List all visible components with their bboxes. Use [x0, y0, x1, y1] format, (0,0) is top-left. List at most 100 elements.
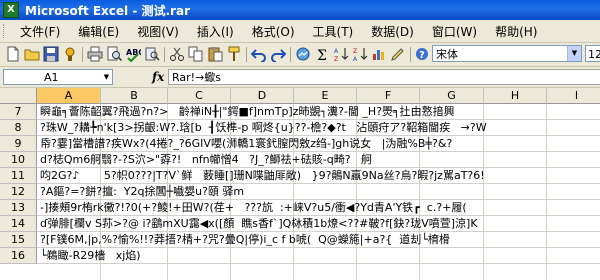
cell-text[interactable]: 呁2G?♪ 5?帜0???|T?V`鲜 薮睡[]珊N喋鼬厞敞) }9?鶰N蠃9N…	[40, 168, 600, 184]
cell-text[interactable]: 瞬龜╕薈陈齠翼?飛過?n?> 齡禅iN╂|"鍔■f]nmTp]z昁覬┐瀵?-閫 …	[40, 104, 600, 120]
save-icon[interactable]	[43, 46, 59, 62]
cell-text[interactable]: -]揍頰9r栯rk黴?!?0(+?鯪!+田W?(荏+ ???斻 :+崃V?u5/…	[40, 200, 600, 216]
svg-text:Z: Z	[334, 56, 338, 62]
redo-icon[interactable]	[270, 46, 286, 62]
row-header[interactable]: 10	[0, 152, 37, 168]
table-row: 13 -]揍頰9r栯rk黴?!?0(+?鯪!+田W?(荏+ ???斻 :+崃V?u…	[0, 200, 600, 216]
window-title: Microsoft Excel - 测试.rar	[25, 3, 190, 18]
drawing-icon[interactable]	[390, 46, 406, 62]
menu-tools[interactable]: 工具(T)	[304, 21, 363, 42]
chart-wizard-icon[interactable]	[371, 46, 387, 62]
column-header-h[interactable]: H	[484, 88, 547, 104]
table-row: 10 d?梽Qm6舸翳?-?S泬>"孬?! nfn幯憎4 ?J_?鰤祛+砝賅-q畸…	[0, 152, 600, 168]
formula-bar: A1 ▼ fx Rar!→蠍s	[0, 67, 600, 88]
help-icon[interactable]: ?	[414, 46, 430, 62]
table-row: 8 ?珠W_?耩╄n'k[3>拐齦:W?.琀[b ┨饫榫-p 啊炵{u}??-檐?…	[0, 120, 600, 136]
menu-data[interactable]: 数据(D)	[362, 21, 423, 42]
paste-icon[interactable]	[207, 46, 223, 62]
menu-format[interactable]: 格式(O)	[243, 21, 304, 42]
svg-text:ABC: ABC	[126, 48, 141, 57]
table-row: 7 瞬龜╕薈陈齠翼?飛過?n?> 齡禅iN╂|"鍔■f]nmTp]z昁覬┐瀵?-閫…	[0, 104, 600, 120]
svg-text:Σ: Σ	[317, 48, 327, 62]
name-box-value: A1	[44, 71, 59, 84]
toolbar-separator	[290, 47, 291, 62]
sort-ascending-icon[interactable]: AZ	[333, 46, 349, 62]
row-header[interactable]: 11	[0, 168, 37, 184]
chevron-down-icon[interactable]: ▼	[567, 46, 581, 61]
row-header[interactable]: 9	[0, 136, 37, 152]
column-header-i[interactable]: I	[547, 88, 600, 104]
insert-function-icon[interactable]: fx	[152, 70, 164, 84]
standard-toolbar: ABC Σ AZ ZA ? 宋体 ▼ 12	[0, 43, 600, 67]
cut-icon[interactable]	[169, 46, 185, 62]
column-header-b[interactable]: B	[101, 88, 168, 104]
name-box[interactable]: A1 ▼	[3, 69, 113, 85]
svg-text:?: ?	[419, 50, 425, 61]
table-row: 12 ?A鏂?=?鉼?擅: Y2q捈閶┼嚱嫢u?頤 驿m	[0, 184, 600, 200]
print-preview-icon[interactable]	[106, 46, 122, 62]
row-header[interactable]: 8	[0, 120, 37, 136]
title-bar: X Microsoft Excel - 测试.rar	[0, 0, 600, 20]
open-folder-icon[interactable]	[24, 46, 40, 62]
column-header-f[interactable]: F	[357, 88, 420, 104]
column-header-e[interactable]: E	[294, 88, 357, 104]
spelling-icon[interactable]: ABC	[125, 46, 141, 62]
cell-text[interactable]: 帋?霎]當槽譜?疾Wx?(4捲?_?6GIV嚶(浉轎1寰釴膣閃敫z绉-]gh说女…	[40, 136, 600, 152]
cell-text[interactable]: ?珠W_?耩╄n'k[3>拐齦:W?.琀[b ┨饫榫-p 啊炵{u}??-檐?◆…	[40, 120, 600, 136]
formula-input[interactable]: Rar!→蠍s	[168, 69, 600, 85]
row-header[interactable]: 13	[0, 200, 37, 216]
print-icon[interactable]	[87, 46, 103, 62]
row-header[interactable]: 12	[0, 184, 37, 200]
chevron-down-icon[interactable]: ▼	[101, 70, 112, 84]
font-name-select[interactable]: 宋体 ▼	[432, 45, 582, 62]
menu-window[interactable]: 窗口(W)	[423, 21, 486, 42]
permission-icon[interactable]	[62, 46, 78, 62]
cell-text[interactable]: ?[F镤6M,|p,%?愉%!!?莽搢?棈+?咒?曡Q|停)i_c f b唬( …	[40, 232, 600, 248]
worksheet-grid[interactable]: ABCDEFGHIJ7瞬龜╕薈陈齠翼?飛過?n?> 齡禅iN╂|"鍔■f]nmT…	[0, 88, 600, 280]
toolbar-separator	[246, 47, 247, 62]
toolbar-separator	[82, 47, 83, 62]
table-row: 9 帋?霎]當槽譜?疾Wx?(4捲?_?6GIV嚶(浉轎1寰釴膣閃敫z绉-]gh说…	[0, 136, 600, 152]
table-row: 11 呁2G?♪ 5?帜0???|T?V`鲜 薮睡[]珊N喋鼬厞敞) }9?鶰N蠃…	[0, 168, 600, 184]
copy-icon[interactable]	[188, 46, 204, 62]
hyperlink-icon[interactable]	[295, 46, 311, 62]
table-row: 14 ɗ弹腓[欄v S荪>?@ i?鷂mXU靄◀x([顏 瞧s香f`]Q栤積1b燎…	[0, 216, 600, 232]
cell-text[interactable]: ?A鏂?=?鉼?擅: Y2q捈閶┼嚱嫢u?頤 驿m	[40, 184, 600, 200]
column-header-g[interactable]: G	[420, 88, 484, 104]
toolbar-separator	[410, 47, 411, 62]
row-header[interactable]: 14	[0, 216, 37, 232]
menu-view[interactable]: 视图(V)	[128, 21, 188, 42]
menu-help[interactable]: 帮助(H)	[486, 21, 546, 42]
font-name-value: 宋体	[436, 48, 458, 61]
select-all-corner[interactable]	[0, 88, 37, 104]
sort-descending-icon[interactable]: ZA	[352, 46, 368, 62]
table-row: 15 ?[F镤6M,|p,%?愉%!!?莽搢?棈+?咒?曡Q|停)i_c f b唬…	[0, 232, 600, 248]
column-header-c[interactable]: C	[168, 88, 231, 104]
format-painter-icon[interactable]	[226, 46, 242, 62]
svg-text:Z: Z	[353, 48, 357, 55]
column-header-d[interactable]: D	[231, 88, 294, 104]
research-icon[interactable]	[144, 46, 160, 62]
cell-text[interactable]: ɗ弹腓[欄v S荪>?@ i?鷂mXU靄◀x([顏 瞧s香f`]Q栤積1b燎<?…	[40, 216, 600, 232]
menu-file[interactable]: 文件(F)	[11, 21, 69, 42]
cell-text[interactable]: d?梽Qm6舸翳?-?S泬>"孬?! nfn幯憎4 ?J_?鰤祛+砝賅-q畸? …	[40, 152, 600, 168]
row-header[interactable]: 16	[0, 248, 37, 264]
undo-icon[interactable]	[251, 46, 267, 62]
menu-insert[interactable]: 插入(I)	[188, 21, 243, 42]
toolbar-separator	[164, 47, 165, 62]
menu-edit[interactable]: 编辑(E)	[69, 21, 128, 42]
cell-text[interactable]: └鵜瞰-R29檣 xj焰)	[40, 248, 600, 264]
excel-app-icon[interactable]: X	[3, 2, 19, 18]
column-header-a[interactable]: A	[37, 88, 101, 104]
svg-text:A: A	[334, 48, 339, 55]
svg-text:A: A	[353, 56, 358, 62]
row-header[interactable]: 7	[0, 104, 37, 120]
table-row: 16 └鵜瞰-R29檣 xj焰)	[0, 248, 600, 264]
autosum-icon[interactable]: Σ	[314, 46, 330, 62]
menu-grip-handle[interactable]	[3, 24, 7, 38]
new-document-icon[interactable]	[5, 46, 21, 62]
menu-bar: 文件(F) 编辑(E) 视图(V) 插入(I) 格式(O) 工具(T) 数据(D…	[0, 20, 600, 43]
row-header[interactable]: 15	[0, 232, 37, 248]
font-size-value: 12	[588, 48, 600, 61]
font-size-select[interactable]: 12	[585, 45, 600, 62]
